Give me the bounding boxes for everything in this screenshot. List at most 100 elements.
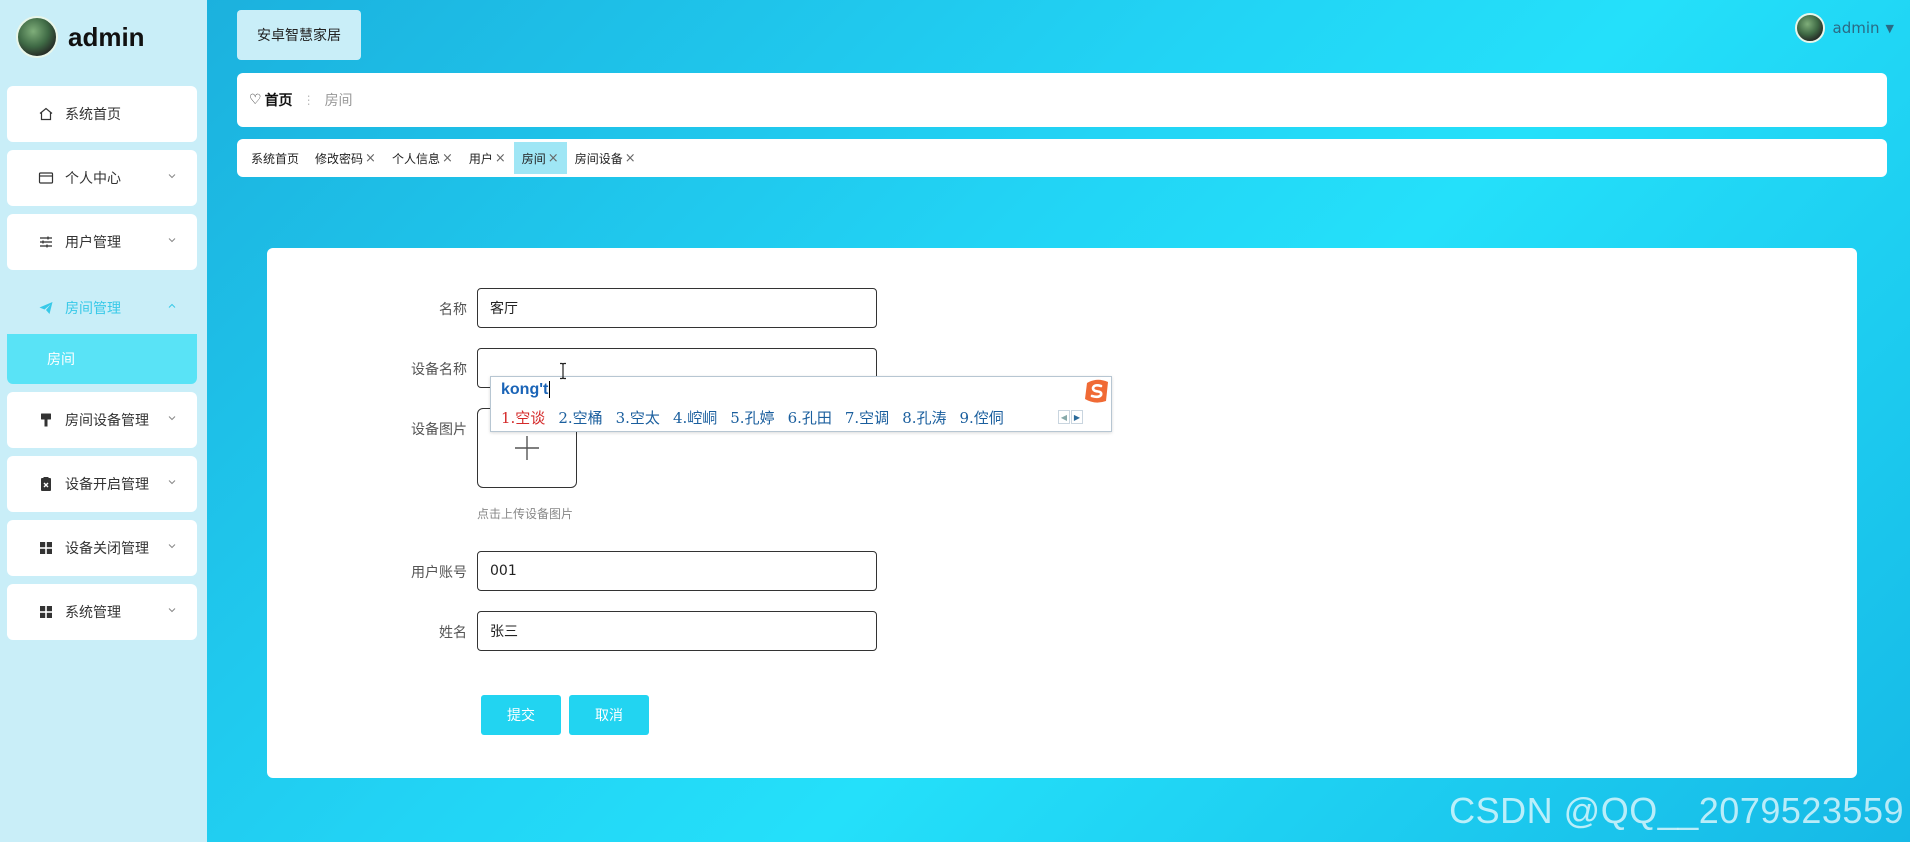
tab-room[interactable]: 房间 × — [513, 142, 567, 174]
grid-icon — [37, 539, 55, 557]
app-title: 安卓智慧家居 — [257, 28, 341, 44]
ime-composition: kong't — [501, 381, 551, 399]
caret-down-icon: ▼ — [1885, 21, 1894, 35]
home-icon — [37, 105, 55, 123]
brand: admin — [16, 16, 145, 58]
sidebar-item-user-management[interactable]: 用户管理 — [7, 214, 197, 270]
breadcrumb-home-label: 首页 — [264, 93, 293, 109]
chevron-down-icon — [168, 174, 176, 179]
sidebar-subitem-room[interactable]: 房间 — [7, 334, 197, 384]
sidebar: admin 系统首页 个人中心 用户管理 房间管理 房间 房间设备管理 设备开启… — [0, 0, 207, 842]
chevron-down-icon — [168, 238, 176, 243]
sidebar-item-personal-center[interactable]: 个人中心 — [7, 150, 197, 206]
send-icon — [37, 299, 55, 317]
cancel-button[interactable]: 取消 — [569, 695, 649, 735]
chevron-down-icon — [168, 416, 176, 421]
sidebar-item-device-on-management[interactable]: 设备开启管理 — [7, 456, 197, 512]
fullname-label: 姓名 — [439, 625, 467, 641]
sidebar-item-label: 房间管理 — [65, 301, 121, 317]
card-icon — [37, 169, 55, 187]
user-menu[interactable]: admin ▼ — [1794, 12, 1894, 44]
ime-candidate[interactable]: 5.孔婷 — [730, 407, 774, 428]
tab-label: 房间设备 — [574, 151, 623, 166]
breadcrumb-current: 房间 — [324, 93, 353, 109]
tab-personal-info[interactable]: 个人信息 × — [384, 142, 461, 174]
sidebar-item-label: 个人中心 — [65, 171, 121, 187]
ime-candidate[interactable]: 8.孔涛 — [902, 407, 946, 428]
account-label: 用户账号 — [411, 565, 467, 581]
chevron-down-icon — [168, 480, 176, 485]
ime-caret — [549, 381, 551, 399]
tab-user[interactable]: 用户 × — [461, 142, 514, 174]
brand-avatar — [16, 16, 58, 58]
sogou-logo-icon — [1085, 379, 1108, 403]
submit-button[interactable]: 提交 — [481, 695, 561, 735]
ime-next-page-icon[interactable]: ▶ — [1071, 410, 1083, 424]
sidebar-item-label: 设备开启管理 — [65, 477, 149, 493]
ime-composition-text: kong't — [501, 381, 549, 398]
grid-icon — [37, 603, 55, 621]
brush-icon — [37, 411, 55, 429]
upload-hint: 点击上传设备图片 — [477, 507, 574, 521]
watermark: CSDN @QQ__2079523559 — [1449, 790, 1904, 831]
ime-candidates: 1.空谈 2.空桶 3.空太 4.崆峒 5.孔婷 6.孔田 7.空调 8.孔涛 … — [501, 407, 1017, 428]
fullname-field[interactable] — [477, 611, 877, 651]
ime-candidate[interactable]: 1.空谈 — [501, 407, 545, 428]
sidebar-item-room-device-management[interactable]: 房间设备管理 — [7, 392, 197, 448]
clipboard-x-icon — [37, 475, 55, 493]
close-icon[interactable]: × — [365, 151, 376, 166]
close-icon[interactable]: × — [625, 151, 636, 166]
sliders-icon — [37, 233, 55, 251]
tab-change-password[interactable]: 修改密码 × — [307, 142, 384, 174]
sidebar-item-label: 房间设备管理 — [65, 413, 149, 429]
ime-candidate[interactable]: 7.空调 — [845, 407, 889, 428]
sidebar-subitem-label: 房间 — [47, 352, 75, 368]
ime-candidate[interactable]: 2.空桶 — [558, 407, 602, 428]
chevron-down-icon — [168, 608, 176, 613]
device-name-label: 设备名称 — [411, 362, 467, 378]
sidebar-item-label: 设备关闭管理 — [65, 541, 149, 557]
name-field[interactable] — [477, 288, 877, 328]
close-icon[interactable]: × — [548, 151, 559, 166]
sidebar-item-home[interactable]: 系统首页 — [7, 86, 197, 142]
breadcrumb-home[interactable]: ♡ 首页 — [249, 90, 293, 110]
submit-label: 提交 — [507, 707, 535, 723]
tab-home[interactable]: 系统首页 — [243, 142, 307, 174]
ime-candidate[interactable]: 3.空太 — [616, 407, 660, 428]
tab-label: 修改密码 — [315, 151, 364, 166]
chevron-down-icon — [168, 544, 176, 549]
ime-prev-page-icon[interactable]: ◀ — [1058, 410, 1070, 424]
tab-label: 用户 — [468, 151, 493, 166]
sidebar-item-device-off-management[interactable]: 设备关闭管理 — [7, 520, 197, 576]
cancel-label: 取消 — [595, 707, 623, 723]
ime-candidate-window: kong't 1.空谈 2.空桶 3.空太 4.崆峒 5.孔婷 6.孔田 7.空… — [490, 376, 1112, 432]
ime-candidate[interactable]: 9.倥侗 — [960, 407, 1004, 428]
avatar — [1794, 13, 1825, 43]
tab-room-device[interactable]: 房间设备 × — [567, 142, 644, 174]
text-cursor-icon — [560, 362, 566, 380]
close-icon[interactable]: × — [442, 151, 453, 166]
sidebar-item-label: 系统管理 — [65, 605, 121, 621]
ime-pager: ◀ ▶ — [1057, 410, 1083, 424]
heart-icon: ♡ — [249, 92, 262, 108]
close-icon[interactable]: × — [495, 151, 506, 166]
sidebar-item-system-management[interactable]: 系统管理 — [7, 584, 197, 640]
brand-name: admin — [68, 21, 145, 52]
account-field[interactable] — [477, 551, 877, 591]
tab-label: 系统首页 — [251, 151, 300, 166]
device-image-label: 设备图片 — [411, 422, 467, 438]
breadcrumb-separator: ⋮ — [302, 93, 315, 107]
sidebar-item-label: 系统首页 — [65, 107, 121, 123]
ime-candidate[interactable]: 4.崆峒 — [673, 407, 717, 428]
chevron-up-icon — [168, 303, 176, 308]
tabs-bar: 系统首页 修改密码 × 个人信息 × 用户 × 房间 × 房间设备 × — [237, 139, 1887, 177]
plus-icon — [515, 436, 539, 460]
app-title-button[interactable]: 安卓智慧家居 — [237, 10, 361, 60]
breadcrumb: ♡ 首页 ⋮ 房间 — [237, 73, 1887, 127]
sidebar-item-label: 用户管理 — [65, 235, 121, 251]
tab-label: 个人信息 — [391, 151, 440, 166]
ime-candidate[interactable]: 6.孔田 — [788, 407, 832, 428]
tab-label: 房间 — [521, 151, 546, 166]
sidebar-item-room-management[interactable]: 房间管理 — [7, 280, 197, 336]
name-label: 名称 — [439, 302, 467, 318]
